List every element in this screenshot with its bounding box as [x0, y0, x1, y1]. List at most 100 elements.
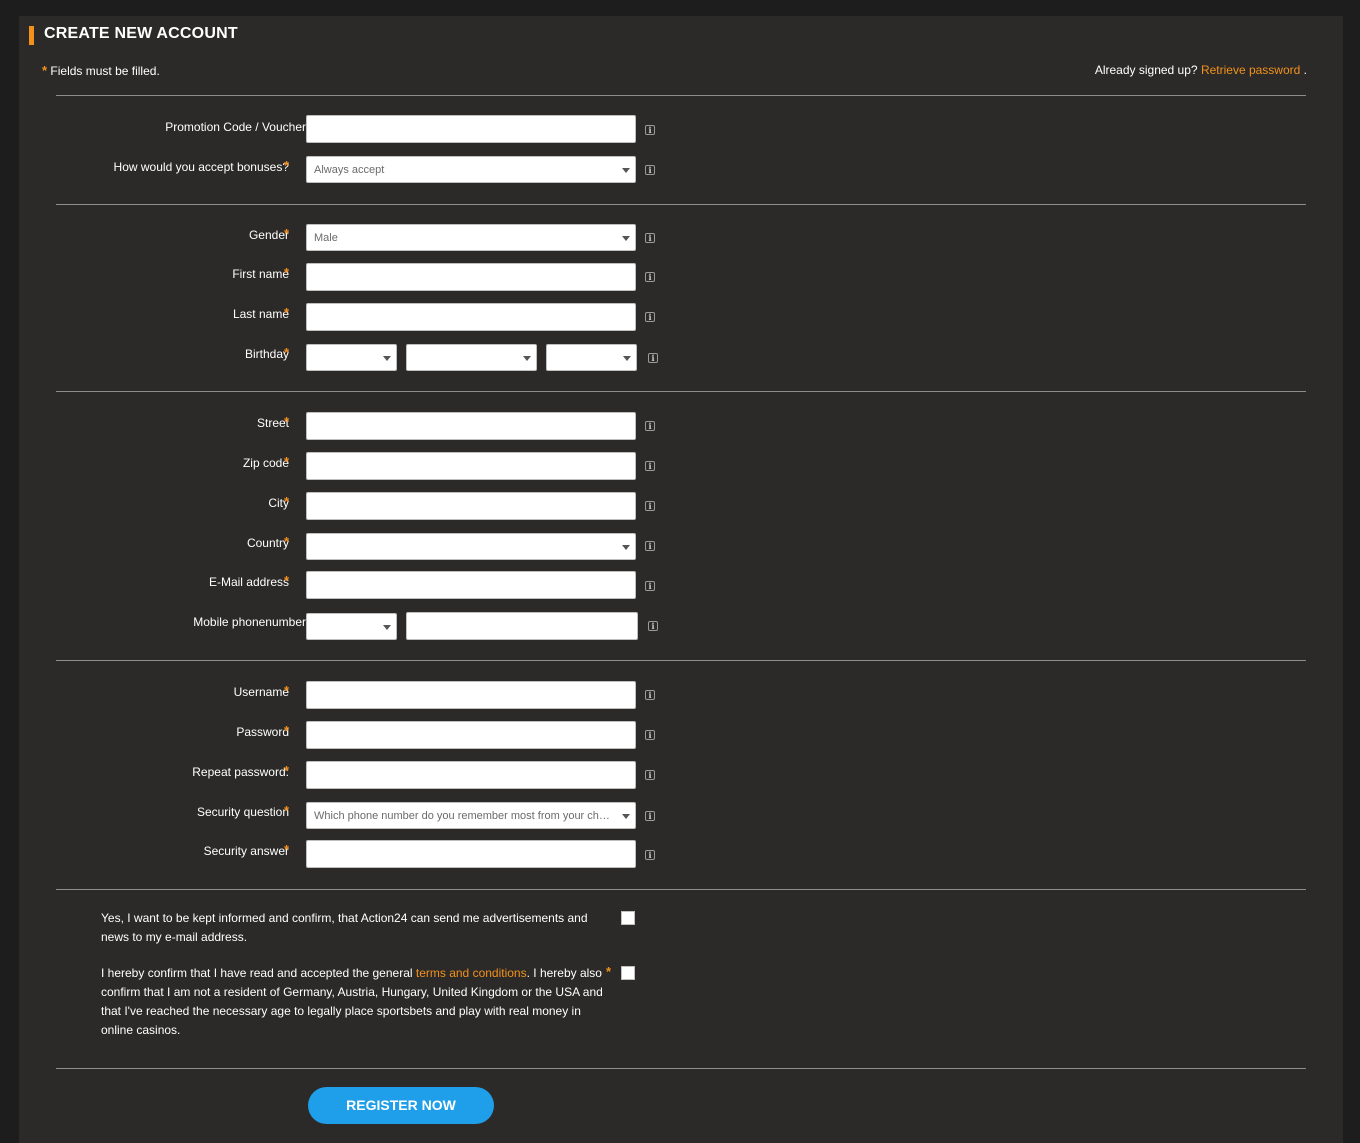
required-star: *	[284, 226, 290, 241]
required-star: *	[284, 723, 290, 738]
chevron-down-icon	[383, 356, 391, 361]
chevron-down-icon	[622, 168, 630, 173]
required-star: *	[284, 763, 290, 778]
required-star: *	[42, 63, 48, 78]
gender-value: Male	[314, 232, 338, 244]
required-star: *	[284, 305, 290, 320]
chevron-down-icon	[623, 356, 631, 361]
mobile-prefix-select[interactable]	[306, 613, 397, 640]
gender-info-icon[interactable]: i	[645, 233, 655, 243]
street-info-icon[interactable]: i	[645, 421, 655, 431]
chevron-down-icon	[622, 236, 630, 241]
zip-code-label: Zip code	[242, 456, 289, 470]
register-button[interactable]: REGISTER NOW	[308, 1087, 494, 1124]
repeat-password-input[interactable]	[306, 761, 636, 789]
zip-code-input[interactable]	[306, 452, 636, 480]
required-star: *	[284, 158, 290, 173]
password-info-icon[interactable]: i	[645, 730, 655, 740]
security-answer-info-icon[interactable]: i	[645, 850, 655, 860]
terms-link[interactable]: terms and conditions	[416, 966, 527, 980]
last-name-info-icon[interactable]: i	[645, 312, 655, 322]
first-name-info-icon[interactable]: i	[645, 272, 655, 282]
required-star: *	[284, 414, 290, 429]
repeat-password-info-icon[interactable]: i	[645, 770, 655, 780]
last-name-label: Last name	[232, 307, 289, 321]
newsletter-checkbox[interactable]	[621, 911, 635, 925]
required-star: *	[284, 534, 290, 549]
mobile-number-input[interactable]	[406, 612, 638, 640]
required-star: *	[284, 494, 290, 509]
section-divider	[56, 95, 1306, 96]
signed-up-prompt: Already signed up? Retrieve password .	[1095, 63, 1307, 77]
promo-code-info-icon[interactable]: i	[645, 125, 655, 135]
required-star: *	[284, 265, 290, 280]
email-input[interactable]	[306, 571, 636, 599]
chevron-down-icon	[523, 356, 531, 361]
chevron-down-icon	[622, 545, 630, 550]
country-select[interactable]	[306, 533, 636, 560]
mobile-label: Mobile phonenumber	[193, 615, 306, 629]
country-info-icon[interactable]: i	[645, 541, 655, 551]
city-input[interactable]	[306, 492, 636, 520]
first-name-label: First name	[232, 267, 289, 281]
section-divider	[56, 1068, 1306, 1069]
page-title: CREATE NEW ACCOUNT	[44, 25, 238, 42]
birthday-day-select[interactable]	[306, 344, 397, 371]
required-star: *	[606, 964, 612, 979]
signed-up-text: Already signed up?	[1094, 63, 1198, 77]
title-accent-bar	[29, 26, 34, 45]
required-note: * Fields must be filled.	[42, 63, 160, 78]
street-input[interactable]	[306, 412, 636, 440]
bonus-accept-label: How would you accept bonuses?	[113, 160, 289, 174]
security-question-label: Security question	[196, 805, 289, 819]
city-info-icon[interactable]: i	[645, 501, 655, 511]
email-label: E-Mail address	[208, 575, 289, 589]
security-question-value: Which phone number do you remember most …	[314, 810, 611, 822]
security-question-select[interactable]: Which phone number do you remember most …	[306, 802, 636, 829]
retrieve-password-link[interactable]: Retrieve password	[1201, 63, 1300, 77]
section-divider	[56, 889, 1306, 890]
chevron-down-icon	[383, 625, 391, 630]
terms-prefix: I hereby confirm that I have read and ac…	[101, 966, 416, 980]
username-input[interactable]	[306, 681, 636, 709]
required-star: *	[284, 842, 290, 857]
birthday-info-icon[interactable]: i	[648, 353, 658, 363]
first-name-input[interactable]	[306, 263, 636, 291]
chevron-down-icon	[622, 814, 630, 819]
username-label: Username	[233, 685, 289, 699]
security-question-info-icon[interactable]: i	[645, 811, 655, 821]
section-divider	[56, 391, 1306, 392]
required-star: *	[284, 345, 290, 360]
gender-label: Gender	[248, 228, 289, 242]
signed-up-suffix: .	[1303, 63, 1307, 77]
required-star: *	[284, 454, 290, 469]
gender-select[interactable]: Male	[306, 224, 636, 251]
repeat-password-label: Repeat password:	[192, 765, 289, 779]
email-info-icon[interactable]: i	[645, 581, 655, 591]
terms-consent-text: I hereby confirm that I have read and ac…	[101, 964, 611, 1040]
promo-code-label: Promotion Code / Voucher	[165, 120, 306, 134]
birthday-month-select[interactable]	[406, 344, 537, 371]
birthday-label: Birthday	[244, 347, 289, 361]
required-star: *	[284, 803, 290, 818]
zip-code-info-icon[interactable]: i	[645, 461, 655, 471]
bonus-accept-info-icon[interactable]: i	[645, 165, 655, 175]
registration-panel: CREATE NEW ACCOUNT * Fields must be fill…	[19, 16, 1343, 1143]
security-answer-label: Security answer	[203, 844, 289, 858]
last-name-input[interactable]	[306, 303, 636, 331]
password-label: Password	[236, 725, 289, 739]
required-star: *	[284, 573, 290, 588]
required-note-text: Fields must be filled.	[50, 64, 160, 78]
password-input[interactable]	[306, 721, 636, 749]
terms-checkbox[interactable]	[621, 966, 635, 980]
username-info-icon[interactable]: i	[645, 690, 655, 700]
birthday-year-select[interactable]	[546, 344, 637, 371]
required-star: *	[284, 683, 290, 698]
country-label: Country	[246, 536, 289, 550]
newsletter-consent-text: Yes, I want to be kept informed and conf…	[101, 911, 588, 944]
promo-code-input[interactable]	[306, 115, 636, 143]
section-divider	[56, 204, 1306, 205]
security-answer-input[interactable]	[306, 840, 636, 868]
mobile-info-icon[interactable]: i	[648, 621, 658, 631]
bonus-accept-select[interactable]: Always accept	[306, 156, 636, 183]
